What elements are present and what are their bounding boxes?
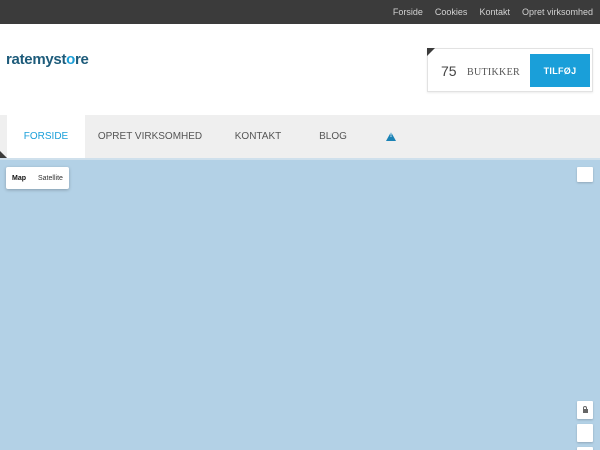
top-nav: Forside Cookies Kontakt Opret virksomhed [381, 0, 593, 24]
map-type-control: Map Satellite [6, 167, 69, 189]
top-link-forside[interactable]: Forside [393, 7, 423, 17]
lock-icon [582, 406, 588, 413]
lock-button[interactable] [577, 401, 593, 419]
store-count: 75 [441, 63, 457, 79]
store-counter: 75 BUTIKKER TILFØJ [427, 48, 593, 92]
map-type-satellite[interactable]: Satellite [32, 175, 69, 182]
logo-text-end: re [75, 51, 89, 68]
store-count-label: BUTIKKER [467, 67, 520, 78]
fullscreen-button[interactable] [577, 167, 593, 182]
logo-text-accent: o [66, 51, 76, 68]
top-link-opret-virksomhed[interactable]: Opret virksomhed [522, 7, 593, 17]
nav-item-opret-virksomhed[interactable]: OPRET VIRKSOMHED [92, 115, 208, 158]
nav-item-forside[interactable]: FORSIDE [7, 115, 85, 158]
top-bar: Forside Cookies Kontakt Opret virksomhed [0, 0, 600, 24]
map-type-map[interactable]: Map [6, 175, 32, 182]
top-link-cookies[interactable]: Cookies [435, 7, 468, 17]
warning-icon [386, 132, 396, 141]
site-header: ratemystore 75 BUTIKKER TILFØJ [0, 24, 600, 115]
corner-decoration [0, 151, 7, 158]
logo-text-start: ratemyst [6, 51, 67, 68]
main-nav: FORSIDE OPRET VIRKSOMHED KONTAKT BLOG [0, 115, 600, 158]
nav-item-warning[interactable] [375, 115, 407, 158]
site-logo[interactable]: ratemystore [6, 51, 89, 68]
top-link-kontakt[interactable]: Kontakt [479, 7, 510, 17]
corner-decoration [427, 48, 435, 56]
map-view[interactable]: Map Satellite [0, 158, 600, 450]
nav-item-blog[interactable]: BLOG [306, 115, 360, 158]
nav-item-kontakt[interactable]: KONTAKT [222, 115, 294, 158]
map-control-button[interactable] [577, 424, 593, 442]
add-store-button[interactable]: TILFØJ [530, 54, 590, 87]
